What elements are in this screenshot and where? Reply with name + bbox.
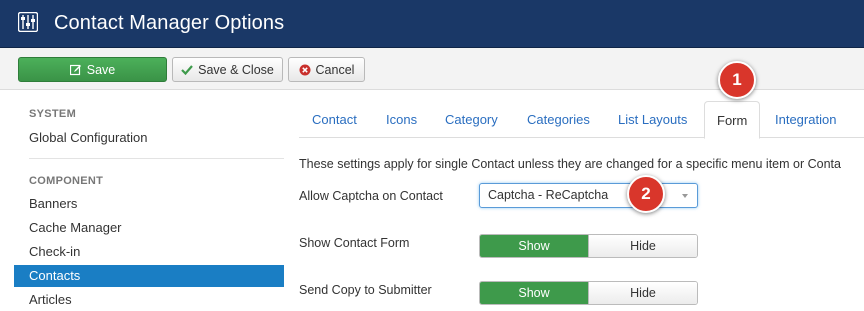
send-copy-hide-option[interactable]: Hide: [588, 282, 697, 304]
captcha-label: Allow Captcha on Contact: [299, 189, 443, 203]
save-button-label: Save: [86, 62, 116, 77]
tab-integration[interactable]: Integration: [763, 101, 848, 138]
captcha-select[interactable]: Captcha - ReCaptcha: [479, 183, 698, 208]
page-title: Contact Manager Options: [54, 12, 285, 34]
tab-category[interactable]: Category: [433, 101, 510, 138]
sidebar-item-global-configuration[interactable]: Global Configuration: [14, 127, 284, 149]
cancel-button-label: Cancel: [315, 62, 355, 77]
annotation-badge-2: 2: [627, 175, 665, 213]
captcha-select-value: Captcha - ReCaptcha: [488, 188, 609, 202]
show-contact-form-toggle: Show Hide: [479, 234, 698, 258]
sidebar-item-banners[interactable]: Banners: [14, 193, 284, 215]
save-close-button[interactable]: Save & Close: [172, 57, 283, 82]
chevron-down-icon: [682, 194, 688, 198]
send-copy-toggle: Show Hide: [479, 281, 698, 305]
sidebar-heading-component: COMPONENT: [29, 175, 104, 187]
show-contact-form-hide-option[interactable]: Hide: [588, 235, 697, 257]
send-copy-show-option[interactable]: Show: [480, 282, 588, 304]
cancel-button[interactable]: Cancel: [288, 57, 365, 82]
title-bar: Contact Manager Options: [0, 0, 864, 48]
tab-icons[interactable]: Icons: [374, 101, 429, 138]
cancel-circle-icon: [299, 64, 311, 75]
sidebar-item-check-in[interactable]: Check-in: [14, 241, 284, 263]
send-copy-label: Send Copy to Submitter: [299, 283, 432, 297]
tab-categories[interactable]: Categories: [515, 101, 602, 138]
tab-form[interactable]: Form: [704, 101, 761, 139]
tab-list-layouts[interactable]: List Layouts: [606, 101, 699, 138]
annotation-badge-1: 1: [718, 61, 756, 99]
sidebar-heading-system: SYSTEM: [29, 108, 77, 120]
sidebar-item-articles[interactable]: Articles: [14, 289, 284, 311]
sidebar-divider: [29, 158, 284, 159]
tab-contact[interactable]: Contact: [300, 101, 369, 138]
options-tabs: Contact Icons Category Categories List L…: [299, 101, 864, 139]
form-description: These settings apply for single Contact …: [299, 157, 841, 171]
checkmark-icon: [181, 64, 193, 75]
sidebar-item-cache-manager[interactable]: Cache Manager: [14, 217, 284, 239]
save-close-button-label: Save & Close: [198, 62, 274, 77]
sidebar-item-contacts[interactable]: Contacts: [14, 265, 284, 287]
edit-icon: [69, 64, 81, 75]
show-contact-form-show-option[interactable]: Show: [480, 235, 588, 257]
show-contact-form-label: Show Contact Form: [299, 236, 410, 250]
save-button[interactable]: Save: [18, 57, 167, 82]
options-sliders-icon: [18, 12, 38, 32]
